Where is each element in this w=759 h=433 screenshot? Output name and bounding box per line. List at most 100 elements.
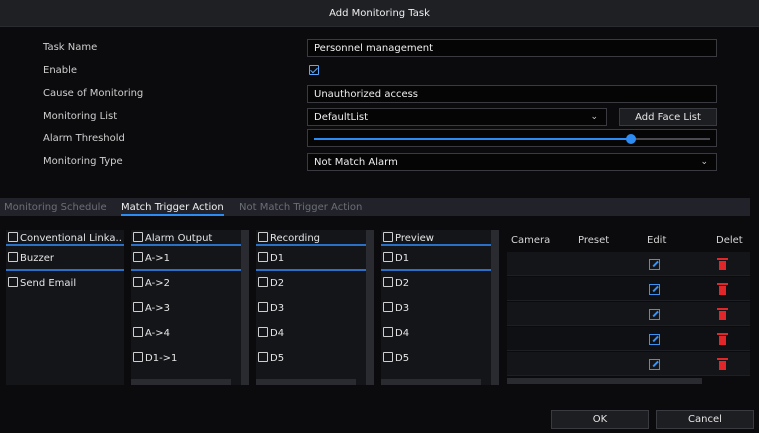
- alarm-output-checkbox[interactable]: [133, 277, 143, 287]
- add-face-list-button[interactable]: Add Face List: [619, 108, 717, 126]
- edit-icon[interactable]: [649, 259, 660, 270]
- slider-knob[interactable]: [625, 134, 636, 144]
- chevron-down-icon: ⌄: [590, 112, 598, 122]
- list-item[interactable]: A->2: [131, 271, 249, 296]
- recording-label: D2: [270, 278, 285, 289]
- chevron-down-icon: ⌄: [700, 157, 708, 167]
- list-item[interactable]: D3: [256, 296, 374, 321]
- list-item[interactable]: D1: [381, 246, 499, 271]
- alarm-output-checkbox[interactable]: [133, 352, 143, 362]
- recording-label: D1: [270, 253, 285, 264]
- list-item[interactable]: D4: [256, 321, 374, 346]
- task-name-input[interactable]: Personnel management: [307, 39, 717, 57]
- linkage-header[interactable]: Conventional Linka..: [6, 230, 124, 246]
- recording-header[interactable]: Recording: [256, 230, 374, 246]
- alarm-output-label: A->4: [145, 328, 170, 339]
- linkage-column: Conventional Linka.. Buzzer Send Email: [6, 230, 124, 385]
- vertical-scrollbar[interactable]: [241, 230, 249, 385]
- trash-body: [719, 286, 726, 295]
- ok-button[interactable]: OK: [551, 410, 649, 429]
- table-header-edit: Edit: [647, 235, 667, 246]
- edit-icon[interactable]: [649, 284, 660, 295]
- list-item[interactable]: D2: [256, 271, 374, 296]
- preview-header[interactable]: Preview: [381, 230, 499, 246]
- dialog-title: Add Monitoring Task: [329, 8, 430, 19]
- recording-label: D4: [270, 328, 285, 339]
- trash-icon[interactable]: [717, 308, 728, 320]
- preview-checkbox[interactable]: [383, 327, 393, 337]
- list-item[interactable]: D4: [381, 321, 499, 346]
- cancel-button[interactable]: Cancel: [656, 410, 754, 429]
- preview-label: D3: [395, 303, 410, 314]
- list-item[interactable]: D5: [256, 346, 374, 371]
- preview-label: D1: [395, 253, 410, 264]
- horizontal-scrollbar[interactable]: [381, 379, 481, 385]
- trash-icon[interactable]: [717, 333, 728, 345]
- send-email-checkbox[interactable]: [8, 277, 18, 287]
- list-item[interactable]: D3: [381, 296, 499, 321]
- enable-label: Enable: [43, 65, 78, 76]
- trash-lid: [717, 283, 728, 285]
- list-item[interactable]: A->3: [131, 296, 249, 321]
- preview-checkbox[interactable]: [383, 302, 393, 312]
- tab-monitoring-schedule[interactable]: Monitoring Schedule: [4, 202, 107, 213]
- alarm-output-all-checkbox[interactable]: [133, 232, 143, 242]
- list-item[interactable]: D2: [381, 271, 499, 296]
- buzzer-checkbox[interactable]: [8, 252, 18, 262]
- list-item[interactable]: Send Email: [6, 271, 124, 296]
- tab-match-trigger-action[interactable]: Match Trigger Action: [121, 202, 224, 216]
- recording-checkbox[interactable]: [258, 302, 268, 312]
- trash-icon[interactable]: [717, 283, 728, 295]
- linkage-all-checkbox[interactable]: [8, 232, 18, 242]
- alarm-threshold-slider[interactable]: [307, 129, 717, 147]
- monitoring-list-select[interactable]: DefaultList ⌄: [307, 108, 607, 126]
- table-row: [507, 327, 750, 351]
- vertical-scrollbar[interactable]: [491, 230, 499, 385]
- recording-checkbox[interactable]: [258, 352, 268, 362]
- alarm-output-checkbox[interactable]: [133, 327, 143, 337]
- preview-all-checkbox[interactable]: [383, 232, 393, 242]
- trash-icon[interactable]: [717, 358, 728, 370]
- list-item[interactable]: D5: [381, 346, 499, 371]
- list-item[interactable]: A->1: [131, 246, 249, 271]
- table-row: [507, 302, 750, 326]
- table-row: [507, 252, 750, 276]
- trash-lid: [717, 308, 728, 310]
- list-item[interactable]: Buzzer: [6, 246, 124, 271]
- horizontal-scrollbar[interactable]: [507, 378, 702, 384]
- dialog-titlebar: Add Monitoring Task: [0, 0, 759, 27]
- recording-checkbox[interactable]: [258, 277, 268, 287]
- recording-checkbox[interactable]: [258, 252, 268, 262]
- recording-checkbox[interactable]: [258, 327, 268, 337]
- trash-icon[interactable]: [717, 258, 728, 270]
- alarm-output-checkbox[interactable]: [133, 252, 143, 262]
- list-item[interactable]: A->4: [131, 321, 249, 346]
- edit-icon[interactable]: [649, 359, 660, 370]
- tab-not-match-trigger-action[interactable]: Not Match Trigger Action: [239, 202, 362, 213]
- enable-checkbox[interactable]: [309, 65, 319, 75]
- cause-input[interactable]: Unauthorized access: [307, 85, 717, 103]
- edit-icon[interactable]: [649, 334, 660, 345]
- table-header-delete: Delet: [716, 235, 743, 246]
- preview-checkbox[interactable]: [383, 277, 393, 287]
- horizontal-scrollbar[interactable]: [131, 379, 231, 385]
- slider-track: [314, 134, 710, 144]
- recording-label: D3: [270, 303, 285, 314]
- preview-checkbox[interactable]: [383, 252, 393, 262]
- preview-header-label: Preview: [395, 233, 434, 244]
- vertical-scrollbar[interactable]: [366, 230, 374, 385]
- alarm-output-header[interactable]: Alarm Output: [131, 230, 249, 246]
- alarm-output-checkbox[interactable]: [133, 302, 143, 312]
- horizontal-scrollbar[interactable]: [256, 379, 356, 385]
- list-item[interactable]: D1->1: [131, 346, 249, 371]
- task-name-label: Task Name: [43, 42, 98, 53]
- monitoring-type-select[interactable]: Not Match Alarm ⌄: [307, 153, 717, 171]
- preview-column: Preview D1 D2 D3 D4 D5: [381, 230, 499, 385]
- edit-icon[interactable]: [649, 309, 660, 320]
- list-item[interactable]: D1: [256, 246, 374, 271]
- recording-all-checkbox[interactable]: [258, 232, 268, 242]
- preview-checkbox[interactable]: [383, 352, 393, 362]
- trash-lid: [717, 333, 728, 335]
- preview-label: D2: [395, 278, 410, 289]
- cause-label: Cause of Monitoring: [43, 88, 144, 99]
